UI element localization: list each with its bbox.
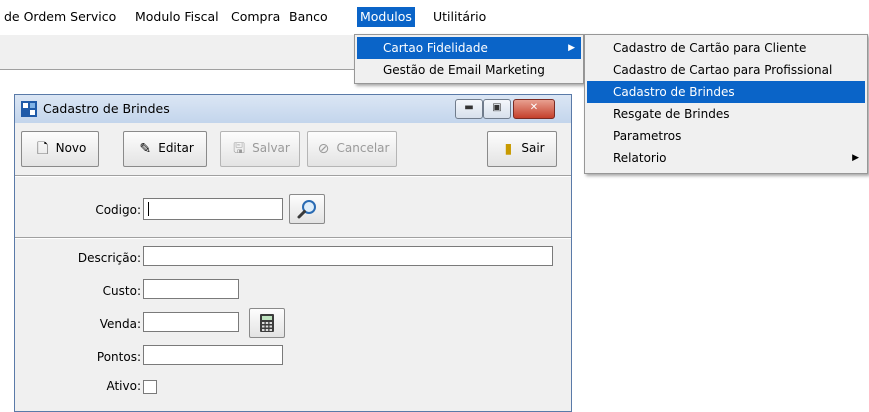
menu-item-cadastro-brindes[interactable]: Cadastro de Brindes bbox=[587, 81, 865, 103]
menu-item-relatorio[interactable]: Relatorio ▶ bbox=[587, 147, 865, 169]
novo-label: Novo bbox=[55, 141, 87, 155]
editar-label: Editar bbox=[158, 141, 194, 155]
venda-input[interactable] bbox=[143, 312, 239, 332]
pontos-input[interactable] bbox=[143, 345, 283, 365]
exit-door-icon: ▮ bbox=[504, 140, 513, 157]
menu-item-cartao-cliente[interactable]: Cadastro de Cartão para Cliente bbox=[587, 37, 865, 59]
toolbar-separator bbox=[15, 175, 571, 177]
menu-compra[interactable]: Compra bbox=[228, 7, 283, 27]
sair-label: Sair bbox=[521, 141, 545, 155]
calculator-button[interactable] bbox=[249, 308, 285, 338]
window-title: Cadastro de Brindes bbox=[43, 101, 170, 116]
window-titlebar[interactable]: Cadastro de Brindes ▬ ▣ ✕ bbox=[15, 95, 571, 123]
cancelar-label: Cancelar bbox=[336, 141, 390, 155]
menu-item-parametros[interactable]: Parametros bbox=[587, 125, 865, 147]
novo-button[interactable]: 🗋 Novo bbox=[21, 131, 99, 167]
edit-icon: ✎ bbox=[139, 140, 152, 157]
text-cursor bbox=[148, 202, 149, 216]
calculator-icon bbox=[260, 314, 274, 332]
menu-item-label: Cadastro de Cartão para Cliente bbox=[613, 41, 807, 55]
form-separator bbox=[15, 237, 571, 239]
submenu-arrow-icon: ▶ bbox=[568, 43, 575, 53]
menu-item-label: Relatorio bbox=[613, 151, 667, 165]
maximize-icon: ▣ bbox=[492, 102, 502, 113]
menu-item-label: Parametros bbox=[613, 129, 682, 143]
cancel-icon: ⊘ bbox=[317, 140, 330, 157]
cancelar-button[interactable]: ⊘ Cancelar bbox=[307, 131, 397, 167]
modulos-menu: Cartao Fidelidade ▶ Gestão de Email Mark… bbox=[354, 34, 584, 84]
ativo-checkbox[interactable] bbox=[143, 380, 157, 394]
submenu-arrow-icon: ▶ bbox=[852, 153, 859, 163]
custo-label: Custo: bbox=[102, 284, 141, 298]
menu-item-email-marketing[interactable]: Gestão de Email Marketing bbox=[357, 59, 581, 81]
menu-item-label: Cartao Fidelidade bbox=[383, 41, 488, 55]
menu-item-label: Gestão de Email Marketing bbox=[383, 63, 545, 77]
menu-modulos[interactable]: Modulos bbox=[357, 7, 415, 27]
salvar-button[interactable]: 🖫 Salvar bbox=[220, 131, 300, 167]
sair-button[interactable]: ▮ Sair bbox=[487, 131, 557, 167]
close-button[interactable]: ✕ bbox=[513, 99, 555, 119]
cadastro-brindes-window: Cadastro de Brindes ▬ ▣ ✕ 🗋 Novo ✎ Editar … bbox=[14, 94, 572, 412]
search-button[interactable] bbox=[289, 194, 325, 224]
menu-item-cartao-profissional[interactable]: Cadastro de Cartao para Profissional bbox=[587, 59, 865, 81]
minimize-icon: ▬ bbox=[464, 102, 474, 113]
descricao-input[interactable] bbox=[143, 246, 553, 266]
salvar-label: Salvar bbox=[252, 141, 290, 155]
menu-item-cartao-fidelidade[interactable]: Cartao Fidelidade ▶ bbox=[357, 37, 581, 59]
menu-ordem-servico[interactable]: de Ordem Servico bbox=[1, 7, 119, 27]
close-icon: ✕ bbox=[529, 102, 539, 113]
menu-item-label: Resgate de Brindes bbox=[613, 107, 730, 121]
custo-input[interactable] bbox=[143, 279, 239, 299]
codigo-input[interactable] bbox=[143, 198, 283, 220]
menu-utilitario[interactable]: Utilitário bbox=[430, 7, 489, 27]
menu-item-label: Cadastro de Brindes bbox=[613, 85, 735, 99]
editar-button[interactable]: ✎ Editar bbox=[123, 131, 207, 167]
minimize-button[interactable]: ▬ bbox=[455, 99, 483, 119]
save-icon: 🖫 bbox=[233, 140, 246, 157]
codigo-label: Codigo: bbox=[95, 203, 141, 217]
ativo-label: Ativo: bbox=[106, 379, 141, 393]
new-document-icon: 🗋 bbox=[36, 140, 49, 157]
app-icon bbox=[21, 101, 37, 117]
maximize-button[interactable]: ▣ bbox=[483, 99, 511, 119]
menu-modulo-fiscal[interactable]: Modulo Fiscal bbox=[132, 7, 222, 27]
menu-bar: de Ordem Servico Modulo Fiscal Compra Ba… bbox=[0, 0, 869, 34]
descricao-label: Descrição: bbox=[77, 251, 141, 265]
pontos-label: Pontos: bbox=[96, 350, 141, 364]
venda-label: Venda: bbox=[99, 317, 141, 331]
menu-banco[interactable]: Banco bbox=[286, 7, 331, 27]
menu-item-resgate-brindes[interactable]: Resgate de Brindes bbox=[587, 103, 865, 125]
fidelidade-submenu: Cadastro de Cartão para Cliente Cadastro… bbox=[584, 34, 868, 174]
search-icon bbox=[297, 200, 316, 219]
menu-item-label: Cadastro de Cartao para Profissional bbox=[613, 63, 833, 77]
